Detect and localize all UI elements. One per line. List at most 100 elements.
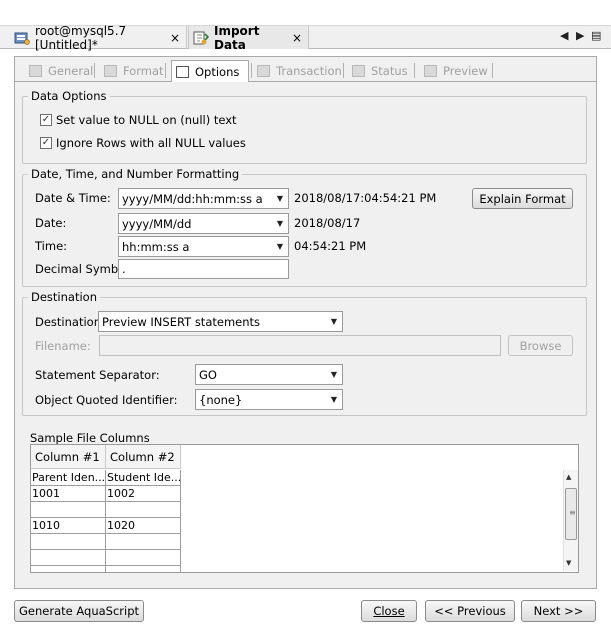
- divider: [492, 63, 493, 78]
- scroll-tabs-right-icon[interactable]: ▶: [576, 29, 584, 42]
- divider: [14, 81, 171, 82]
- time-format-value: hh:mm:ss a: [122, 239, 190, 254]
- status-icon: [352, 65, 365, 77]
- quoted-identifier-combo[interactable]: {none} ▼: [195, 389, 343, 410]
- datetime-preview: 2018/08/17:04:54:21 PM: [294, 191, 437, 205]
- database-icon: [14, 31, 30, 45]
- grid-cell[interactable]: [31, 502, 106, 518]
- subtab-transaction-label: Transaction: [276, 64, 342, 78]
- time-format-label: Time:: [35, 239, 68, 253]
- general-icon: [29, 65, 42, 77]
- grid-cell[interactable]: Student Ide...: [106, 470, 181, 486]
- chevron-down-icon: ▼: [276, 219, 284, 228]
- divider: [251, 63, 252, 78]
- sample-columns-title: Sample File Columns: [30, 431, 150, 445]
- close-icon[interactable]: ×: [170, 31, 180, 45]
- chevron-down-icon: ▼: [276, 242, 284, 251]
- grid-cell[interactable]: [106, 534, 181, 550]
- tab-list-menu-icon[interactable]: ▤: [591, 29, 601, 42]
- grid-cell[interactable]: Parent Iden...: [31, 470, 106, 486]
- ignore-null-rows-checkbox[interactable]: ✓: [40, 137, 52, 149]
- subtab-preview[interactable]: Preview: [420, 61, 492, 81]
- generate-aquascript-button[interactable]: Generate AquaScript: [14, 600, 144, 622]
- preview-icon: [424, 65, 437, 77]
- scrollbar-thumb[interactable]: ≡: [565, 488, 577, 540]
- scroll-tabs-left-icon[interactable]: ◀: [560, 29, 568, 42]
- grid-cell[interactable]: 1020: [106, 518, 181, 534]
- previous-button[interactable]: << Previous: [425, 600, 515, 622]
- grid-cell[interactable]: [106, 502, 181, 518]
- column-header[interactable]: Column #2: [106, 445, 181, 469]
- tab-import-data-label: Import Data: [214, 23, 260, 52]
- time-format-combo[interactable]: hh:mm:ss a ▼: [118, 236, 289, 257]
- tab-connection[interactable]: root@mysql5.7 [Untitled]* ×: [0, 23, 187, 52]
- chevron-down-icon: ▼: [330, 395, 338, 404]
- subtab-transaction[interactable]: Transaction: [253, 61, 346, 81]
- statement-separator-value: GO: [199, 367, 217, 382]
- tab-connection-label: root@mysql5.7 [Untitled]*: [35, 23, 127, 52]
- formatting-title: Date, Time, and Number Formatting: [28, 167, 243, 181]
- next-button[interactable]: Next >>: [521, 600, 596, 622]
- time-preview: 04:54:21 PM: [294, 239, 367, 253]
- import-icon: [193, 31, 210, 45]
- date-format-label: Date:: [35, 216, 67, 230]
- scroll-up-icon[interactable]: ▲: [566, 473, 571, 481]
- transaction-icon: [257, 65, 270, 77]
- format-icon: [104, 65, 117, 77]
- subtab-options[interactable]: Options: [171, 60, 249, 82]
- null-text-label: Set value to NULL on (null) text: [56, 113, 237, 127]
- destination-title: Destination: [28, 290, 100, 304]
- date-format-combo[interactable]: yyyy/MM/dd ▼: [118, 213, 289, 234]
- divider: [165, 63, 166, 78]
- explain-format-button[interactable]: Explain Format: [472, 188, 573, 209]
- grid-cell[interactable]: [106, 566, 181, 572]
- destination-combo[interactable]: Preview INSERT statements ▼: [98, 311, 343, 332]
- close-button-label: Close: [373, 604, 405, 618]
- decimal-symbol-input[interactable]: .: [118, 259, 289, 279]
- data-options-group: [22, 96, 587, 164]
- scroll-down-icon[interactable]: ▼: [566, 559, 571, 567]
- subtab-options-label: Options: [195, 64, 240, 79]
- datetime-format-combo[interactable]: yyyy/MM/dd:hh:mm:ss a ▼: [118, 188, 289, 209]
- destination-label: Destination:: [35, 315, 105, 329]
- grid-cell[interactable]: 1001: [31, 486, 106, 502]
- subtab-general-label: General: [48, 64, 94, 78]
- close-icon[interactable]: ×: [292, 31, 302, 45]
- filename-label: Filename:: [35, 339, 91, 353]
- title-strip: [0, 0, 611, 26]
- column-header[interactable]: Column #1: [31, 445, 106, 469]
- grid-cell[interactable]: [31, 550, 106, 566]
- divider: [249, 81, 597, 82]
- divider: [343, 63, 344, 78]
- datetime-format-label: Date & Time:: [35, 191, 111, 205]
- subtab-status[interactable]: Status: [348, 61, 412, 81]
- chevron-down-icon: ▼: [330, 370, 338, 379]
- datetime-format-value: yyyy/MM/dd:hh:mm:ss a: [122, 191, 263, 206]
- tab-import-data[interactable]: Import Data ×: [188, 23, 309, 52]
- date-format-value: yyyy/MM/dd: [122, 216, 192, 231]
- subtab-status-label: Status: [371, 64, 408, 78]
- filename-input[interactable]: [99, 335, 501, 356]
- grid-cell[interactable]: 1010: [31, 518, 106, 534]
- divider: [94, 63, 95, 78]
- close-button[interactable]: Close: [361, 600, 417, 622]
- grid-vertical-scrollbar[interactable]: ▲ ≡ ▼: [563, 470, 578, 571]
- grid-cell[interactable]: [106, 550, 181, 566]
- browse-button[interactable]: Browse: [508, 335, 573, 356]
- statement-separator-combo[interactable]: GO ▼: [195, 364, 343, 385]
- options-icon: [176, 65, 189, 78]
- chevron-down-icon: ▼: [276, 194, 284, 203]
- null-text-checkbox[interactable]: ✓: [40, 114, 52, 126]
- ignore-null-rows-label: Ignore Rows with all NULL values: [56, 136, 246, 150]
- grid-cell[interactable]: 1002: [106, 486, 181, 502]
- grid-cell[interactable]: [31, 534, 106, 550]
- destination-value: Preview INSERT statements: [102, 314, 261, 329]
- grid-cell[interactable]: [31, 566, 106, 572]
- sample-columns-grid[interactable]: Column #1 Column #2 Parent Iden... Stude…: [30, 444, 579, 573]
- quoted-identifier-label: Object Quoted Identifier:: [35, 393, 178, 407]
- subtab-format[interactable]: Format: [100, 61, 168, 81]
- subtab-general[interactable]: General: [25, 61, 97, 81]
- subtab-preview-label: Preview: [443, 64, 488, 78]
- data-options-title: Data Options: [28, 89, 110, 103]
- date-preview: 2018/08/17: [294, 216, 361, 230]
